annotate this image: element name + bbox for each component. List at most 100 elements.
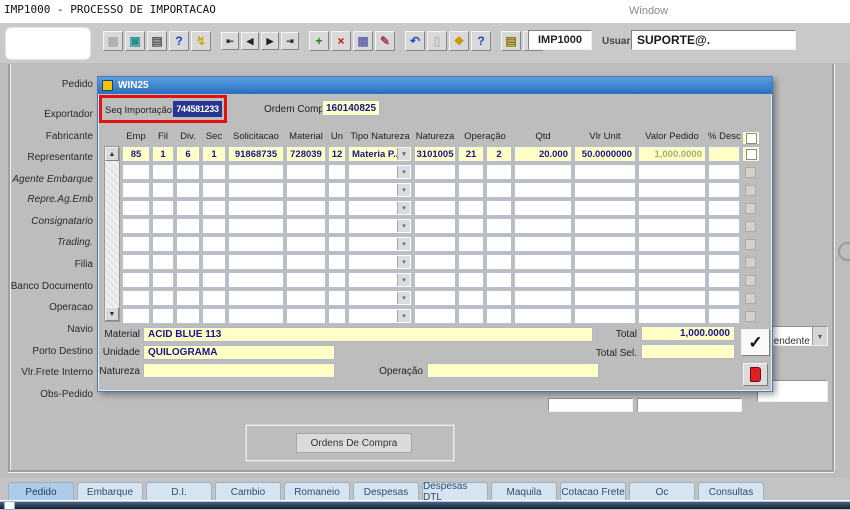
- table-cell-empty[interactable]: ▾: [348, 218, 412, 234]
- table-cell-empty[interactable]: [176, 164, 200, 180]
- table-cell-empty[interactable]: [152, 290, 174, 306]
- cell-operacao-b[interactable]: 2: [486, 146, 512, 162]
- keys-button[interactable]: ❖: [449, 31, 469, 51]
- select-all-checkbox[interactable]: [742, 131, 760, 145]
- tab-consultas[interactable]: Consultas: [698, 482, 764, 501]
- table-cell-empty[interactable]: [708, 200, 740, 216]
- chevron-down-icon[interactable]: ▾: [812, 327, 827, 345]
- table-cell-empty[interactable]: [176, 254, 200, 270]
- material-field[interactable]: ACID BLUE 113: [143, 327, 593, 342]
- table-cell-empty[interactable]: [228, 290, 284, 306]
- table-cell-empty[interactable]: [708, 164, 740, 180]
- next-record-button[interactable]: ▶: [261, 32, 279, 50]
- table-cell-empty[interactable]: [486, 182, 512, 198]
- display-button[interactable]: ▣: [125, 31, 145, 51]
- grid-vertical-scrollbar[interactable]: ▲ ▼: [104, 146, 120, 322]
- table-cell-empty[interactable]: [202, 308, 226, 324]
- table-cell-empty[interactable]: [122, 290, 150, 306]
- table-cell-empty[interactable]: [328, 218, 346, 234]
- table-cell-empty[interactable]: [228, 164, 284, 180]
- table-cell-empty[interactable]: [176, 272, 200, 288]
- table-cell-empty[interactable]: [414, 200, 456, 216]
- execute-query-button[interactable]: ✎: [375, 31, 395, 51]
- table-cell-empty[interactable]: [574, 236, 636, 252]
- table-cell-empty[interactable]: [574, 272, 636, 288]
- table-cell-empty[interactable]: ▾: [348, 290, 412, 306]
- table-cell-empty[interactable]: [286, 308, 326, 324]
- table-cell-empty[interactable]: [486, 200, 512, 216]
- table-cell-empty[interactable]: [708, 308, 740, 324]
- table-cell-empty[interactable]: [202, 200, 226, 216]
- table-cell-empty[interactable]: [228, 308, 284, 324]
- table-cell-empty[interactable]: [152, 272, 174, 288]
- table-cell-empty[interactable]: [286, 164, 326, 180]
- table-cell-empty[interactable]: [574, 182, 636, 198]
- table-cell-empty[interactable]: [414, 290, 456, 306]
- table-cell-empty[interactable]: [638, 164, 706, 180]
- execute-button[interactable]: ↯: [191, 31, 211, 51]
- dialog-exit-button[interactable]: [743, 363, 768, 386]
- table-cell-empty[interactable]: [202, 182, 226, 198]
- table-cell-empty[interactable]: [152, 200, 174, 216]
- table-cell-empty[interactable]: [638, 290, 706, 306]
- scroll-up-icon[interactable]: ▲: [105, 147, 119, 161]
- table-cell-empty[interactable]: [414, 254, 456, 270]
- cell-pct-desc[interactable]: [708, 146, 740, 162]
- table-cell-empty[interactable]: [574, 164, 636, 180]
- row-select-checkbox[interactable]: [742, 218, 758, 234]
- row-select-checkbox[interactable]: [742, 290, 758, 306]
- table-cell-empty[interactable]: [458, 290, 484, 306]
- table-cell-empty[interactable]: ▾: [348, 254, 412, 270]
- table-cell-empty[interactable]: [414, 182, 456, 198]
- tab-maquila[interactable]: Maquila: [491, 482, 557, 501]
- table-cell-empty[interactable]: [574, 290, 636, 306]
- help-button[interactable]: ?: [471, 31, 491, 51]
- tab-oc[interactable]: Oc: [629, 482, 695, 501]
- table-cell-empty[interactable]: [514, 182, 572, 198]
- table-cell-empty[interactable]: [328, 272, 346, 288]
- first-record-button[interactable]: ⇤: [221, 32, 239, 50]
- table-cell-empty[interactable]: [122, 200, 150, 216]
- table-cell-empty[interactable]: [228, 236, 284, 252]
- table-cell-empty[interactable]: [574, 308, 636, 324]
- table-cell-empty[interactable]: [514, 236, 572, 252]
- table-cell-empty[interactable]: [122, 182, 150, 198]
- table-cell-empty[interactable]: [458, 236, 484, 252]
- table-cell-empty[interactable]: [458, 218, 484, 234]
- table-cell-empty[interactable]: [176, 182, 200, 198]
- table-cell-empty[interactable]: [514, 200, 572, 216]
- cell-solicitacao[interactable]: 91868735: [228, 146, 284, 162]
- table-cell-empty[interactable]: [328, 236, 346, 252]
- table-cell-empty[interactable]: [458, 308, 484, 324]
- table-cell-empty[interactable]: [486, 308, 512, 324]
- tab-embarque[interactable]: Embarque: [77, 482, 143, 501]
- table-cell-empty[interactable]: [202, 218, 226, 234]
- table-cell-empty[interactable]: [228, 182, 284, 198]
- table-cell-empty[interactable]: [486, 164, 512, 180]
- last-record-button[interactable]: ⇥: [281, 32, 299, 50]
- table-cell-empty[interactable]: [122, 272, 150, 288]
- table-cell-empty[interactable]: [176, 236, 200, 252]
- row-select-checkbox[interactable]: [742, 200, 758, 216]
- tab-despesas[interactable]: Despesas: [353, 482, 419, 501]
- table-cell-empty[interactable]: [286, 254, 326, 270]
- table-cell-empty[interactable]: [328, 290, 346, 306]
- usuario-field[interactable]: SUPORTE@.: [631, 30, 796, 50]
- row-select-checkbox[interactable]: [742, 272, 758, 288]
- table-cell-empty[interactable]: [574, 218, 636, 234]
- table-cell-empty[interactable]: [458, 182, 484, 198]
- table-cell-empty[interactable]: [152, 164, 174, 180]
- row-select-checkbox[interactable]: [742, 146, 760, 162]
- table-cell-empty[interactable]: [228, 218, 284, 234]
- table-cell-empty[interactable]: [458, 164, 484, 180]
- insert-record-button[interactable]: +: [309, 31, 329, 51]
- cell-tipo-natureza[interactable]: Materia P... ▾: [348, 146, 412, 162]
- tab-pedido[interactable]: Pedido: [8, 482, 74, 501]
- clipboard-button[interactable]: ▯: [427, 31, 447, 51]
- table-cell-empty[interactable]: [152, 218, 174, 234]
- table-cell-empty[interactable]: [286, 236, 326, 252]
- table-cell-empty[interactable]: [486, 290, 512, 306]
- table-cell-empty[interactable]: [328, 308, 346, 324]
- table-cell-empty[interactable]: [122, 254, 150, 270]
- tab-romaneio[interactable]: Romaneio: [284, 482, 350, 501]
